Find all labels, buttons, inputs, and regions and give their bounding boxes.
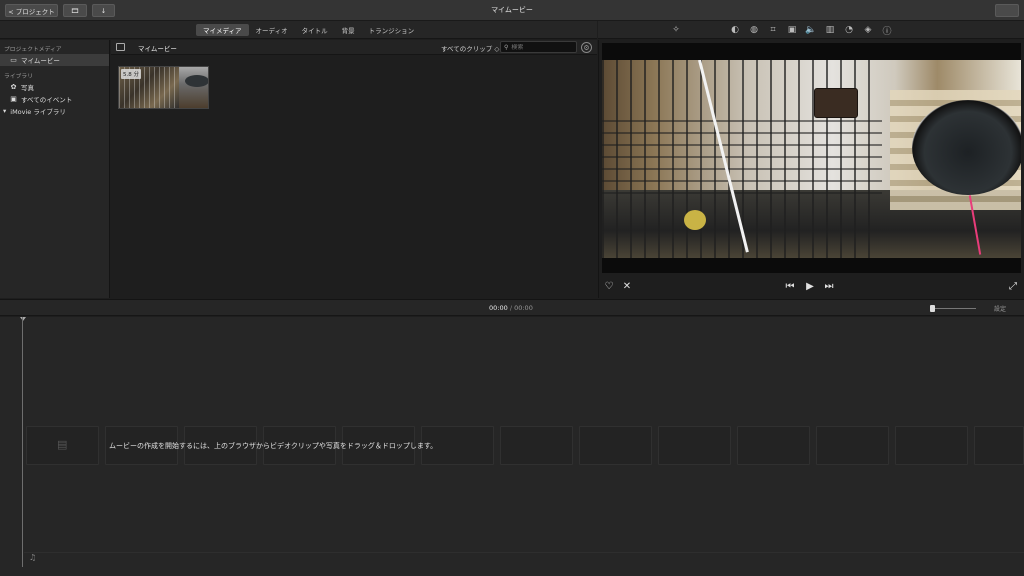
zoom-slider-knob[interactable]	[930, 305, 935, 312]
sidebar-toggle-icon[interactable]	[116, 43, 125, 51]
tab-titles[interactable]: タイトル	[295, 24, 335, 36]
timeline-zoom-slider[interactable]	[930, 305, 976, 312]
magic-wand-icon[interactable]: ✧	[670, 24, 682, 36]
stabilization-icon[interactable]: ▣	[786, 24, 798, 36]
empty-clip-slot	[500, 426, 573, 465]
play-icon[interactable]: ▶	[804, 280, 816, 292]
fullscreen-icon[interactable]: ⤢	[1007, 280, 1019, 292]
info-icon[interactable]: ⓘ	[881, 24, 893, 37]
clip-filter-select[interactable]: すべてのクリップ ◇	[441, 43, 499, 53]
browser-settings-gear-icon[interactable]: ⚙	[581, 42, 592, 53]
timeline-settings-button[interactable]: 設定	[994, 304, 1006, 313]
color-correction-icon[interactable]: ◍	[748, 24, 760, 36]
clip-dish	[185, 75, 208, 87]
music-note-icon: ♫	[29, 553, 37, 562]
empty-clip-slot	[895, 426, 968, 465]
tab-audio[interactable]: オーディオ	[249, 24, 295, 36]
empty-clip-slot	[579, 426, 652, 465]
time-separator: /	[509, 304, 513, 312]
frame-dish	[912, 100, 1021, 195]
timecode: 00:00 / 00:00	[489, 304, 533, 312]
search-icon: ⚲	[504, 43, 509, 51]
share-button[interactable]	[995, 4, 1019, 17]
empty-clip-slot	[974, 426, 1024, 465]
sidebar-item-label: 写真	[21, 84, 34, 92]
clapperboard-icon: ▭	[10, 56, 17, 64]
library-header: ライブラリ	[4, 74, 33, 80]
sidebar-item-label: マイムービー	[21, 57, 60, 65]
volume-icon[interactable]: 🔈	[805, 24, 817, 36]
disclosure-triangle-icon: ▾	[3, 107, 7, 115]
skip-back-icon[interactable]: ⏮	[784, 280, 796, 292]
sidebar-item-all-events[interactable]: ▣ すべてのイベント	[0, 93, 109, 105]
browser-header: マイムービー すべてのクリップ ◇ ⚲ ⚙	[111, 40, 597, 55]
photos-icon: ✿	[10, 83, 17, 91]
color-balance-icon[interactable]: ◐	[729, 24, 741, 36]
favorite-heart-icon[interactable]: ♡	[603, 280, 615, 292]
window-title: マイムービー	[491, 6, 533, 14]
sidebar-item-label: iMovie ライブラリ	[10, 108, 66, 116]
empty-clip-slot	[816, 426, 889, 465]
frame-feeder	[814, 88, 858, 118]
video-frame	[602, 60, 1021, 258]
media-browser: マイムービー すべてのクリップ ◇ ⚲ ⚙ 5.8 分	[111, 40, 597, 298]
timeline-hint: ムービーの作成を開始するには、上のブラウザからビデオクリップや写真をドラッグ＆ド…	[109, 442, 438, 450]
viewer-controls: ♡ ✕ ⏮ ▶ ⏭ ⤢	[599, 278, 1024, 294]
browser-tab-bar: マイメディア オーディオ タイトル 背景 トランジション	[0, 21, 597, 39]
tab-transitions[interactable]: トランジション	[362, 24, 422, 36]
search-field[interactable]: ⚲	[500, 41, 577, 53]
timeline[interactable]: ▤ ムービーの作成を開始するには、上のブラウザからビデオクリップや写真をドラッグ…	[0, 317, 1024, 576]
playhead-marker-icon[interactable]	[20, 317, 26, 321]
reject-icon[interactable]: ✕	[621, 280, 633, 292]
sidebar-item-my-movie[interactable]: ▭ マイムービー	[0, 54, 109, 66]
video-clip-thumbnail[interactable]: 5.8 分	[118, 66, 209, 109]
frame-yellow-ball	[684, 210, 706, 230]
title-bar: < プロジェクト 🎞 ↓ マイムービー	[0, 0, 1024, 21]
adjustment-toolbar: ✧ ◐ ◍ ⌗ ▣ 🔈 ▥ ◔ ◈ ⓘ	[598, 21, 1024, 39]
project-media-header: プロジェクトメディア	[4, 47, 62, 53]
viewer: ♡ ✕ ⏮ ▶ ⏭ ⤢	[598, 40, 1024, 298]
library-sidebar: プロジェクトメディア ▭ マイムービー ライブラリ ✿ 写真 ▣ すべてのイベン…	[0, 40, 110, 298]
total-time: 00:00	[514, 304, 533, 312]
film-strip-icon: ▤	[57, 438, 68, 451]
tab-backgrounds[interactable]: 背景	[335, 24, 362, 36]
clip-duration-badge: 5.8 分	[121, 69, 141, 79]
empty-clip-slot	[658, 426, 731, 465]
video-preview	[602, 43, 1021, 273]
equalizer-icon[interactable]: ▥	[824, 24, 836, 36]
timeline-header: 00:00 / 00:00 設定	[0, 299, 1024, 316]
skip-forward-icon[interactable]: ⏭	[823, 280, 835, 292]
browser-title: マイムービー	[138, 45, 177, 53]
events-icon: ▣	[10, 95, 17, 103]
sidebar-item-imovie-library[interactable]: ▾ iMovie ライブラリ	[0, 105, 109, 117]
empty-clip-slot	[737, 426, 810, 465]
crop-icon[interactable]: ⌗	[767, 24, 779, 36]
sidebar-item-label: すべてのイベント	[21, 96, 73, 104]
tab-my-media[interactable]: マイメディア	[196, 24, 249, 36]
clip-frame-2	[179, 67, 208, 108]
frame-cage-wires	[602, 120, 882, 200]
speed-icon[interactable]: ◔	[843, 24, 855, 36]
current-time: 00:00	[489, 304, 508, 312]
playhead[interactable]	[22, 317, 23, 567]
search-input[interactable]	[511, 43, 572, 51]
audio-track[interactable]	[24, 552, 1024, 564]
noise-reduction-icon[interactable]: ◈	[862, 24, 874, 36]
sidebar-item-photos[interactable]: ✿ 写真	[0, 81, 109, 93]
